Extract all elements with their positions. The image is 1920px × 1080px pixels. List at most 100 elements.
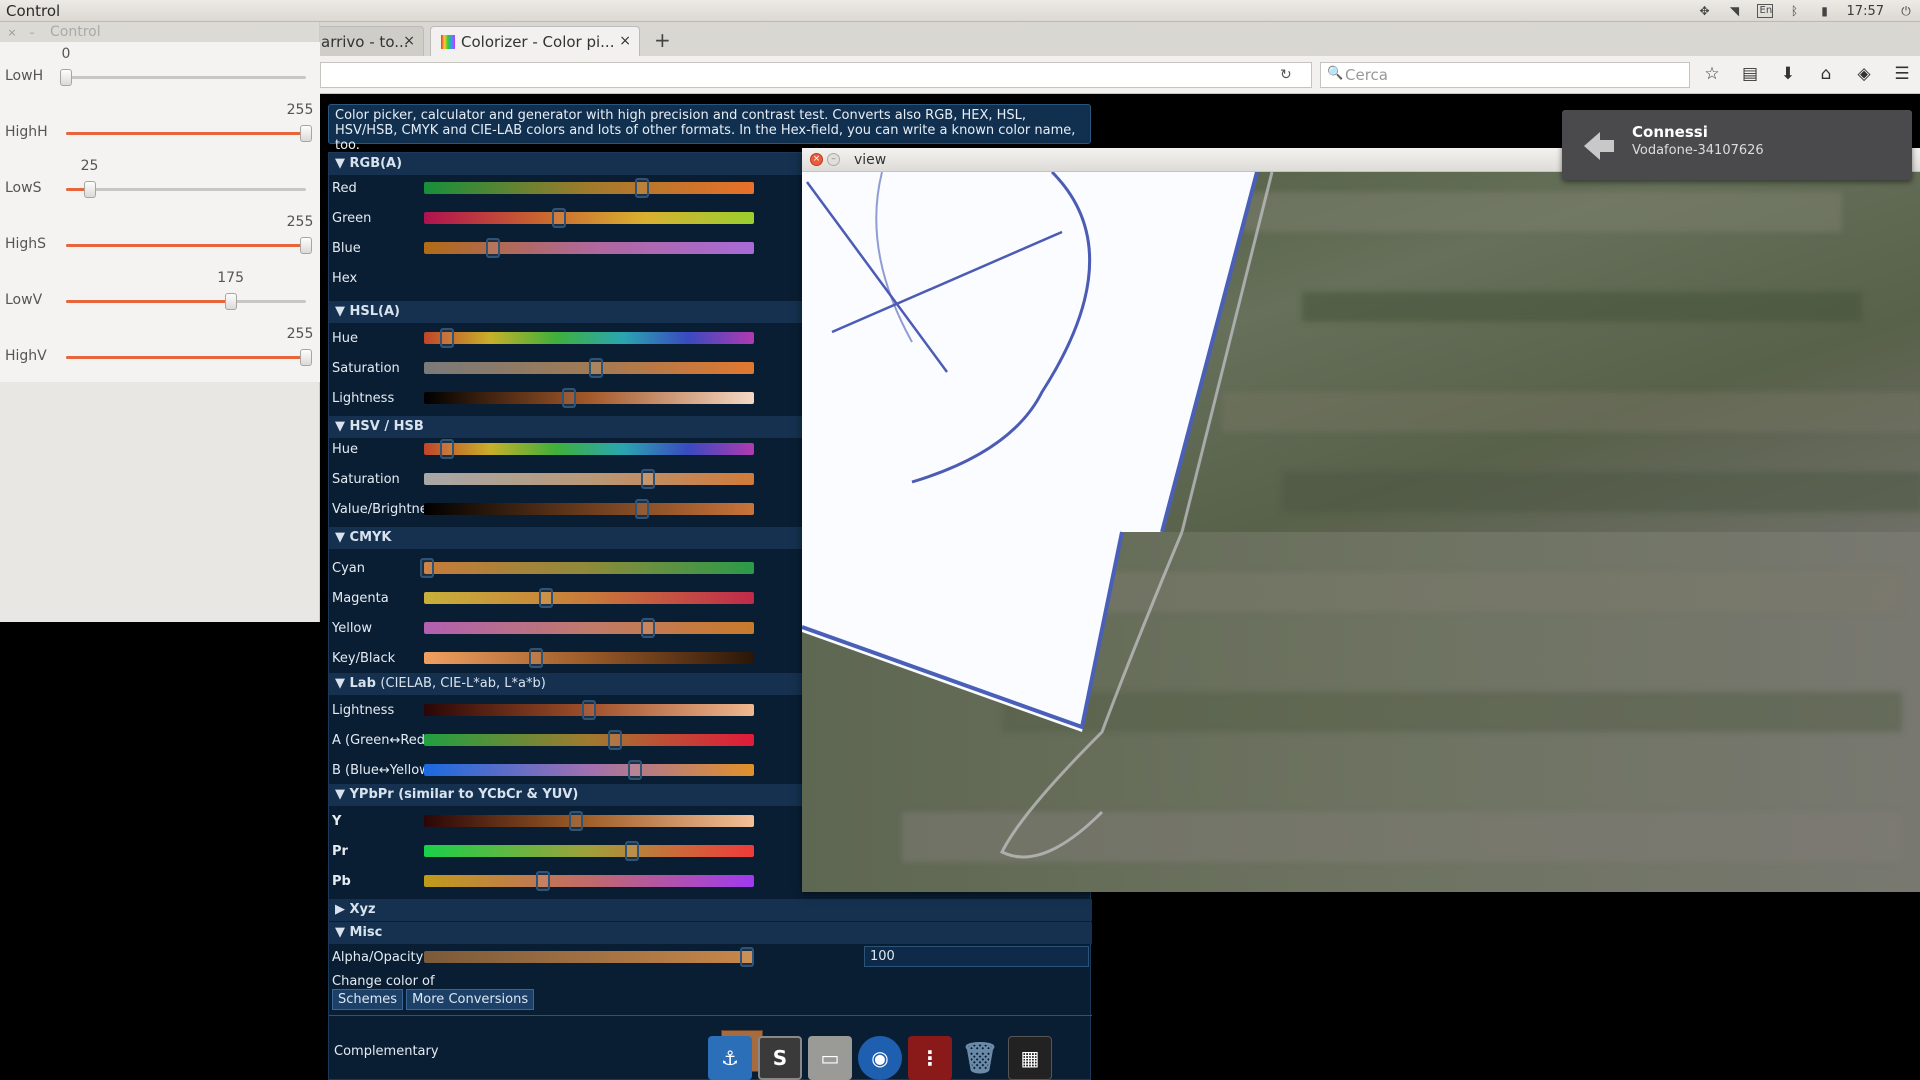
alpha-input[interactable]: 100 <box>864 946 1089 967</box>
download-icon[interactable]: ⬇ <box>1778 64 1798 84</box>
bookmark-star-icon[interactable]: ☆ <box>1702 64 1722 84</box>
trackbar-handle[interactable] <box>60 69 72 86</box>
power-icon[interactable]: ⏻ <box>1898 4 1914 18</box>
y-slider[interactable] <box>424 811 754 831</box>
tab-arrivo[interactable]: arrivo - to... × <box>310 26 424 56</box>
dock-terminal-icon[interactable]: ⋮ <box>908 1036 952 1080</box>
dock-files-icon[interactable]: ▭ <box>808 1036 852 1080</box>
view-window-title: view <box>854 151 887 168</box>
trackbar-handle[interactable] <box>300 237 312 254</box>
slider-handle[interactable] <box>535 871 550 891</box>
trackbar-slider[interactable] <box>66 181 306 198</box>
battery-icon[interactable]: ▮ <box>1817 4 1833 18</box>
wifi-icon[interactable]: ◥ <box>1727 4 1743 18</box>
slider-handle[interactable] <box>486 238 501 258</box>
yellow-slider[interactable] <box>424 618 754 638</box>
slider-handle[interactable] <box>582 700 596 720</box>
reload-icon[interactable]: ↻ <box>1280 67 1292 83</box>
slider-handle[interactable] <box>641 618 656 638</box>
hsl-saturation-slider[interactable] <box>424 358 754 378</box>
close-tab-icon[interactable]: × <box>403 33 415 49</box>
lab-b-slider[interactable] <box>424 760 754 780</box>
dropbox-icon[interactable]: ✥ <box>1697 4 1713 18</box>
trackbar-slider[interactable] <box>66 349 312 366</box>
slider-handle[interactable] <box>634 178 649 198</box>
slider-handle[interactable] <box>624 841 639 861</box>
slider-handle[interactable] <box>641 469 656 489</box>
pocket-icon[interactable]: ◈ <box>1854 64 1874 84</box>
trackbar-slider[interactable] <box>66 293 306 310</box>
slider-handle[interactable] <box>440 439 455 459</box>
pr-slider[interactable] <box>424 841 754 861</box>
trackbar-slider[interactable] <box>66 125 312 142</box>
section-xyz[interactable]: ▶ Xyz <box>329 899 1092 921</box>
tab-more-conversions[interactable]: More Conversions <box>406 989 535 1010</box>
page-description: Color picker, calculator and generator w… <box>328 104 1091 153</box>
minimize-icon[interactable]: – <box>827 153 840 166</box>
slider-handle[interactable] <box>562 388 577 408</box>
slider-handle[interactable] <box>634 499 649 519</box>
slider-handle[interactable] <box>588 358 603 378</box>
slider-handle[interactable] <box>539 588 554 608</box>
hsv-hue-slider[interactable] <box>424 439 754 459</box>
slider-handle[interactable] <box>740 947 755 967</box>
menu-icon[interactable]: ☰ <box>1892 64 1912 84</box>
hsv-saturation-slider[interactable] <box>424 469 754 489</box>
home-icon[interactable]: ⌂ <box>1816 64 1836 84</box>
close-tab-icon[interactable]: × <box>619 33 631 49</box>
row-label: Magenta <box>332 591 389 606</box>
close-icon[interactable]: × <box>810 153 823 166</box>
blue-slider[interactable] <box>424 238 754 258</box>
green-slider[interactable] <box>424 208 754 228</box>
alpha-slider[interactable] <box>424 947 755 967</box>
magenta-slider[interactable] <box>424 588 754 608</box>
slider-handle[interactable] <box>420 558 435 578</box>
slider-handle[interactable] <box>529 648 544 668</box>
slider-handle[interactable] <box>568 811 583 831</box>
search-icon: 🔍 <box>1327 66 1344 81</box>
lab-a-slider[interactable] <box>424 730 754 750</box>
key-slider[interactable] <box>424 648 754 668</box>
minimize-icon[interactable]: – <box>24 26 40 39</box>
dock-firefox-icon[interactable]: ◉ <box>858 1036 902 1080</box>
row-label: Yellow <box>332 621 373 636</box>
slider-handle[interactable] <box>608 730 623 750</box>
close-icon[interactable]: × <box>4 26 20 39</box>
dock-anchor-app-icon[interactable]: ⚓ <box>708 1036 752 1080</box>
trackbar-handle[interactable] <box>224 293 237 310</box>
trackbar-fill <box>66 356 306 359</box>
browser-nav-bar: ↻ 🔍 Cerca ☆ ▤ ⬇ ⌂ ◈ ☰ <box>320 56 1920 94</box>
slider-handle[interactable] <box>440 328 455 348</box>
hsv-value-slider[interactable] <box>424 499 754 519</box>
red-slider[interactable] <box>424 178 754 198</box>
keyboard-layout-indicator[interactable]: En <box>1756 4 1773 18</box>
trackbar-handle[interactable] <box>300 349 312 366</box>
trackbar-slider[interactable] <box>66 237 312 254</box>
search-input[interactable]: 🔍 Cerca <box>1320 62 1690 88</box>
row-label: B (Blue↔Yellow) <box>332 763 435 778</box>
hsl-lightness-slider[interactable] <box>424 388 754 408</box>
pb-slider[interactable] <box>424 871 754 891</box>
clock[interactable]: 17:57 <box>1847 4 1884 19</box>
section-misc[interactable]: ▼ Misc <box>329 922 1092 944</box>
hsl-hue-slider[interactable] <box>424 328 754 348</box>
slider-handle[interactable] <box>628 760 643 780</box>
lab-lightness-slider[interactable] <box>424 700 754 720</box>
url-bar[interactable] <box>320 62 1312 88</box>
trackbar-handle[interactable] <box>83 181 96 198</box>
trackbar-slider[interactable] <box>60 69 306 86</box>
tab-schemes[interactable]: Schemes <box>332 989 404 1010</box>
network-notification[interactable]: Connessi Vodafone-34107626 <box>1562 110 1912 180</box>
tab-colorizer[interactable]: Colorizer - Color pi... × <box>430 26 640 56</box>
new-tab-button[interactable]: + <box>654 28 671 52</box>
dock-workspace-switcher-icon[interactable]: ▦ <box>1008 1036 1052 1080</box>
row-label: Red <box>332 181 357 196</box>
trackbar-handle[interactable] <box>300 125 312 142</box>
dock-trash-icon[interactable]: 🗑 <box>958 1036 1002 1080</box>
reading-list-icon[interactable]: ▤ <box>1740 64 1760 84</box>
trackbar-row: LowS 25 <box>0 158 320 213</box>
slider-handle[interactable] <box>552 208 567 228</box>
cyan-slider[interactable] <box>420 558 754 578</box>
dock-sublime-text-icon[interactable]: S <box>758 1036 802 1080</box>
bluetooth-icon[interactable]: ᛒ <box>1787 4 1803 18</box>
